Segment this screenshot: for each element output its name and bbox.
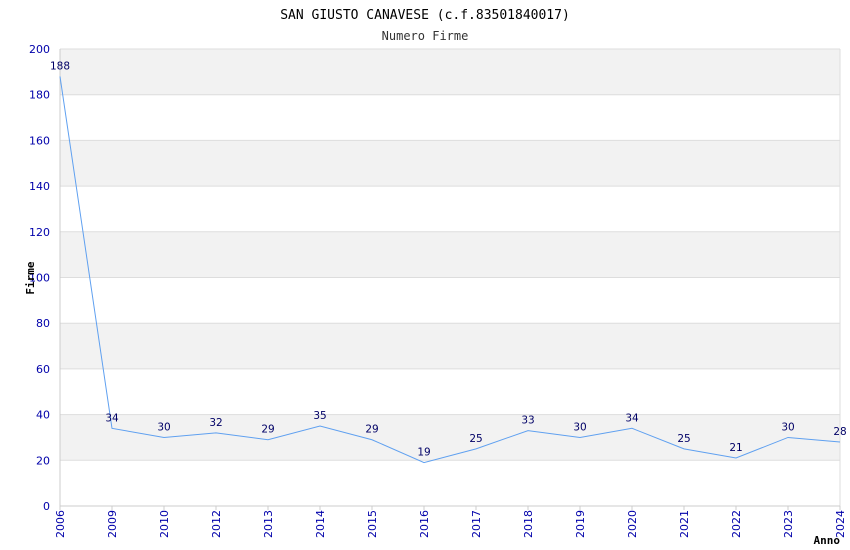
x-tick-label: 2015 [366, 510, 379, 538]
y-tick-label: 160 [29, 134, 50, 147]
x-tick-label: 2020 [626, 510, 639, 538]
y-tick-label: 80 [36, 317, 50, 330]
y-tick-label: 60 [36, 363, 50, 376]
data-label: 21 [729, 442, 742, 454]
x-axis-ticks: 2006 2009 2010 2012 2013 2014 2015 2016 2017 2018… [54, 506, 847, 538]
y-tick-label: 140 [29, 180, 50, 193]
x-tick-label: 2014 [314, 510, 327, 538]
data-label: 25 [469, 433, 482, 445]
chart-title: SAN GIUSTO CANAVESE (c.f.83501840017) [280, 8, 570, 23]
plot-band [60, 231, 840, 278]
data-label: 188 [50, 60, 70, 72]
x-axis-label: Anno [814, 534, 841, 547]
y-tick-label: 0 [43, 500, 50, 513]
data-label: 30 [781, 421, 794, 433]
x-tick-label: 2021 [678, 510, 691, 538]
x-tick-label: 2022 [730, 510, 743, 538]
plot-band [60, 49, 840, 95]
plot-band [60, 414, 840, 461]
data-label: 34 [625, 412, 639, 424]
plot-band [60, 323, 840, 369]
data-label: 30 [573, 421, 586, 433]
y-tick-label: 40 [36, 409, 50, 422]
data-label: 33 [521, 415, 534, 427]
line-chart: SAN GIUSTO CANAVESE (c.f.83501840017) Nu… [24, 8, 847, 547]
x-tick-label: 2018 [522, 510, 535, 538]
y-axis-label: Firme [24, 261, 37, 294]
data-label: 25 [677, 433, 690, 445]
x-tick-label: 2017 [470, 510, 483, 538]
x-tick-label: 2009 [106, 510, 119, 538]
y-tick-label: 180 [29, 89, 50, 102]
data-label: 28 [833, 426, 846, 438]
data-label: 34 [105, 412, 119, 424]
x-tick-label: 2013 [262, 510, 275, 538]
data-label: 30 [157, 421, 170, 433]
x-tick-label: 2016 [418, 510, 431, 538]
data-label: 19 [417, 447, 430, 459]
x-tick-label: 2006 [54, 510, 67, 538]
x-tick-label: 2010 [158, 510, 171, 538]
chart-subtitle: Numero Firme [382, 29, 469, 43]
data-label: 35 [313, 410, 326, 422]
x-tick-label: 2019 [574, 510, 587, 538]
plot-background [60, 49, 840, 461]
y-tick-label: 20 [36, 454, 50, 467]
x-tick-label: 2023 [782, 510, 795, 538]
data-label: 32 [209, 417, 222, 429]
y-tick-label: 120 [29, 226, 50, 239]
data-label: 29 [261, 424, 274, 436]
plot-band [60, 140, 840, 187]
y-tick-label: 200 [29, 43, 50, 56]
data-label: 29 [365, 424, 378, 436]
x-tick-label: 2012 [210, 510, 223, 538]
